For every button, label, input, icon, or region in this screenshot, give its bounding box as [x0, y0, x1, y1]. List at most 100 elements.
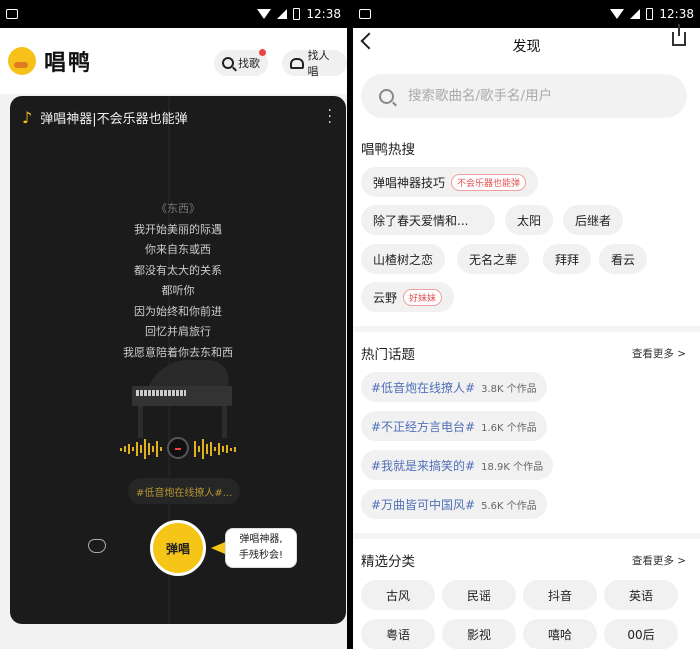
topic-name: #我就是来搞笑的# [371, 458, 476, 473]
card-title: ♪ 弹唱神器|不会乐器也能弹 [22, 108, 188, 127]
topic-name: #不正经方言电台# [371, 419, 476, 434]
song-title: 《东西》 [156, 202, 200, 215]
category-chip[interactable]: 古风 [361, 580, 435, 610]
section-divider [353, 533, 700, 539]
lyric-line: 回忆并肩旅行 [145, 325, 211, 338]
find-song-label: 找歌 [238, 57, 260, 70]
hot-search-chip[interactable]: 无名之辈 [457, 244, 530, 274]
chip-label: 看云 [611, 252, 636, 267]
audio-wave-right [194, 434, 236, 464]
search-icon [379, 88, 394, 104]
chip-label: 拜拜 [555, 252, 580, 267]
sing-button[interactable]: 弹唱 [150, 520, 206, 576]
chip-label: 无名之辈 [469, 252, 518, 267]
record-icon [167, 437, 189, 459]
status-time: 12:38 [306, 7, 341, 21]
music-note-icon: ♪ [22, 108, 33, 127]
find-people-button[interactable]: 找人唱 [282, 49, 347, 78]
topic-chip[interactable]: #不正经方言电台# 1.6K 个作品 [361, 411, 547, 441]
lyric-line: 都没有太大的关系 [134, 263, 222, 277]
page-title: 发现 [512, 39, 541, 55]
category-chip[interactable]: 嘻哈 [523, 619, 597, 649]
search-input[interactable] [408, 88, 668, 104]
status-time: 12:38 [659, 7, 694, 21]
find-song-button[interactable]: 找歌 [214, 49, 268, 76]
tooltip: 弹唱神器, 手残秒会! [225, 528, 297, 568]
piano-illustration [132, 360, 237, 440]
topic-chip[interactable]: #万曲皆可中国风# 5.6K 个作品 [361, 489, 547, 519]
duck-logo-icon [8, 47, 36, 75]
chip-label: 弹唱神器技巧 [373, 175, 446, 190]
status-bar: 12:38 [0, 0, 347, 28]
find-people-label: 找人唱 [307, 49, 330, 78]
chip-tag: 好妹妹 [403, 288, 443, 306]
signal-icon [630, 9, 641, 19]
topic-name: #万曲皆可中国风# [371, 497, 476, 512]
tooltip-line: 手残秒会! [238, 550, 283, 561]
tooltip-line: 弹唱神器, [239, 534, 283, 545]
notification-icon [6, 9, 18, 19]
categories-title: 精选分类 [361, 554, 415, 570]
category-chip[interactable]: 民谣 [442, 580, 516, 610]
app-header: 唱鸭 找歌 找人唱 [0, 28, 347, 94]
chip-tag: 不会乐器也能弹 [451, 173, 527, 191]
signal-icon [277, 9, 288, 19]
chip-label: 山楂树之恋 [373, 252, 434, 267]
hot-topics-more-link[interactable]: 查看更多 > [632, 346, 686, 361]
topic-count: 1.6K 个作品 [481, 422, 537, 434]
battery-icon [646, 8, 654, 20]
topic-chip[interactable]: #我就是来搞笑的# 18.9K 个作品 [361, 450, 554, 480]
search-bar[interactable] [361, 74, 687, 118]
audio-wave-left [120, 434, 162, 464]
share-icon[interactable] [672, 24, 686, 46]
category-chip[interactable]: 抖音 [523, 580, 597, 610]
more-options-icon[interactable]: · · · [328, 104, 332, 130]
category-chip[interactable]: 00后 [604, 619, 678, 649]
lyric-line: 因为始终和你前进 [134, 304, 222, 318]
chip-label: 除了春天爱情和... [373, 213, 469, 228]
hot-search-chip[interactable]: 拜拜 [543, 244, 592, 274]
topic-chip[interactable]: #低音炮在线撩人# 3.8K 个作品 [361, 372, 547, 402]
people-icon [290, 57, 304, 69]
app-logo-text: 唱鸭 [44, 51, 93, 76]
topic-count: 18.9K 个作品 [481, 461, 544, 473]
hot-search-chip[interactable]: 太阳 [505, 205, 554, 235]
battery-icon [293, 8, 301, 20]
notification-dot [259, 49, 266, 56]
section-divider [353, 326, 700, 332]
hot-topics-title: 热门话题 [361, 347, 415, 363]
home-screen: 12:38 唱鸭 找歌 找人唱 ♪ 弹唱神器|不会乐器也能弹 · · · 《东西》 … [0, 0, 347, 649]
hot-search-title: 唱鸭热搜 [361, 142, 415, 158]
wifi-icon [610, 9, 625, 19]
tooltip-arrow [211, 542, 225, 554]
discover-screen: 12:38 发现 唱鸭热搜 弹唱神器技巧 不会乐器也能弹 除了春天爱情和... … [353, 0, 700, 649]
category-chip[interactable]: 影视 [442, 619, 516, 649]
notification-icon [359, 9, 371, 19]
search-icon [222, 57, 234, 69]
lyric-line: 我开始美丽的际遇 [134, 222, 222, 236]
lyrics-block: 《东西》 我开始美丽的际遇 你来自东或西 都没有太大的关系 都听你 因为始终和你… [10, 200, 346, 364]
topic-pill[interactable]: #低音炮在线撩人#... [128, 478, 241, 504]
back-arrow-icon[interactable] [360, 32, 378, 50]
hot-search-chip[interactable]: 云野 好妹妹 [361, 282, 455, 312]
category-chip[interactable]: 粤语 [361, 619, 435, 649]
feature-card[interactable]: ♪ 弹唱神器|不会乐器也能弹 · · · 《东西》 我开始美丽的际遇 你来自东或西 … [10, 96, 346, 624]
heart-icon[interactable] [88, 539, 106, 553]
hot-search-chip[interactable]: 后继者 [563, 205, 624, 235]
hot-search-chip[interactable]: 看云 [599, 244, 648, 274]
category-chip[interactable]: 英语 [604, 580, 678, 610]
chip-label: 后继者 [575, 213, 612, 228]
lyric-line: 你来自东或西 [145, 243, 211, 256]
discover-header: 发现 [353, 24, 700, 64]
chip-label: 太阳 [517, 213, 542, 228]
hot-search-chip[interactable]: 除了春天爱情和... [361, 205, 495, 235]
chip-label: 云野 [373, 290, 398, 305]
topic-name: #低音炮在线撩人# [371, 380, 476, 395]
lyric-line: 都听你 [161, 284, 195, 297]
card-title-text: 弹唱神器|不会乐器也能弹 [40, 112, 188, 127]
hot-search-chip[interactable]: 弹唱神器技巧 不会乐器也能弹 [361, 167, 539, 197]
topic-count: 3.8K 个作品 [481, 383, 537, 395]
wifi-icon [257, 9, 272, 19]
hot-search-chip[interactable]: 山楂树之恋 [361, 244, 446, 274]
categories-more-link[interactable]: 查看更多 > [632, 553, 686, 568]
